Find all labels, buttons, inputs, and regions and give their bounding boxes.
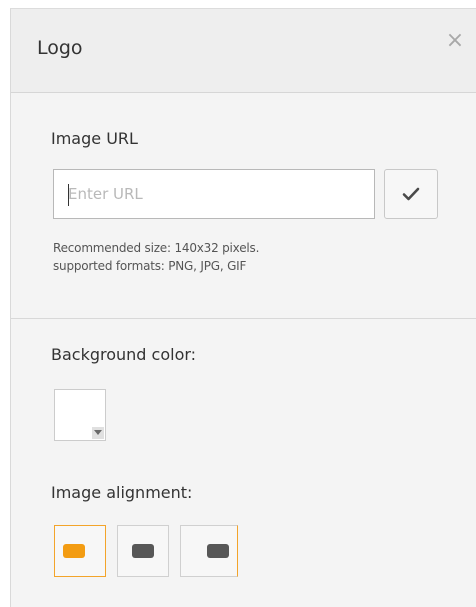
background-color-label: Background color: (51, 345, 197, 364)
align-left-icon (63, 544, 85, 558)
close-icon[interactable]: × (443, 29, 467, 53)
image-size-hint: Recommended size: 140x32 pixels. (53, 241, 260, 255)
align-right-button[interactable] (180, 525, 238, 577)
dialog-title: Logo (37, 37, 83, 59)
image-alignment-label: Image alignment: (51, 483, 193, 502)
caret-down-icon (92, 427, 104, 439)
logo-dialog: Logo × Image URL Recommended size: 140x3… (10, 8, 476, 607)
section-divider (11, 318, 476, 319)
dialog-header: Logo × (11, 9, 476, 93)
image-format-hint: supported formats: PNG, JPG, GIF (53, 259, 247, 273)
image-url-input[interactable] (54, 170, 374, 218)
align-center-icon (132, 544, 154, 558)
checkmark-icon (402, 187, 420, 201)
text-caret (68, 184, 69, 206)
confirm-url-button[interactable] (384, 169, 438, 219)
image-url-field[interactable] (53, 169, 375, 219)
align-right-icon (207, 544, 229, 558)
image-url-label: Image URL (51, 129, 138, 148)
align-center-button[interactable] (117, 525, 169, 577)
background-color-picker[interactable] (54, 389, 106, 441)
align-left-button[interactable] (54, 525, 106, 577)
